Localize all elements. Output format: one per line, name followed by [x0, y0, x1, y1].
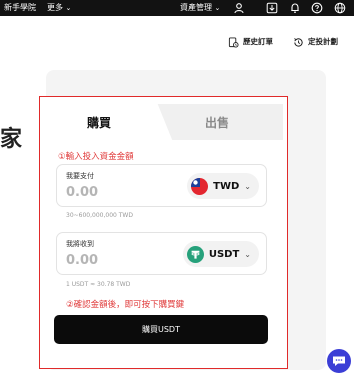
- receive-amount-field[interactable]: 我將收到 0.00 USDT ⌄: [56, 232, 267, 275]
- pay-amount-field[interactable]: 我要支付 0.00 TWD ⌄: [56, 164, 267, 207]
- chevron-down-icon: ⌄: [214, 4, 221, 12]
- receive-field-label: 我將收到: [66, 240, 94, 248]
- pay-amount-input[interactable]: 0.00: [66, 185, 98, 201]
- pay-currency-selector[interactable]: TWD ⌄: [187, 173, 259, 199]
- background-text-fragment: 家: [0, 127, 23, 152]
- download-icon[interactable]: [266, 2, 278, 14]
- nav-assets-menu[interactable]: 資產管理 ⌄: [180, 3, 220, 13]
- order-history-icon: [228, 36, 239, 48]
- nav-more-menu[interactable]: 更多 ⌄: [47, 3, 71, 13]
- top-nav-bar: 新手學院 更多 ⌄ 資產管理 ⌄: [0, 0, 354, 16]
- annotation-step-2: ②確認金額後，即可按下購買鍵: [66, 300, 185, 310]
- receive-currency-selector[interactable]: USDT ⌄: [182, 241, 259, 267]
- chevron-down-icon: ⌄: [65, 4, 72, 12]
- chat-icon: [333, 356, 345, 366]
- buy-usdt-button[interactable]: 購買USDT: [54, 315, 268, 344]
- clock-refresh-icon: [294, 37, 303, 47]
- receive-amount-input[interactable]: 0.00: [66, 253, 98, 269]
- tab-sell[interactable]: 出售: [205, 116, 229, 130]
- nav-academy-link[interactable]: 新手學院: [4, 3, 36, 13]
- taiwan-flag-icon: [191, 177, 209, 195]
- globe-icon[interactable]: [334, 2, 346, 14]
- annotation-step-1: ①輸入投入資金金額: [58, 152, 134, 162]
- chevron-down-icon: ⌄: [244, 249, 251, 259]
- pay-field-label: 我要支付: [66, 172, 94, 180]
- exchange-rate-hint: 1 USDT ≈ 30.78 TWD: [66, 281, 131, 288]
- bell-icon[interactable]: [289, 2, 301, 14]
- user-icon[interactable]: [233, 2, 245, 14]
- pay-currency-code: TWD: [213, 180, 240, 192]
- chevron-down-icon: ⌄: [244, 181, 251, 191]
- nav-assets-label: 資產管理: [180, 3, 212, 12]
- help-icon[interactable]: [311, 2, 323, 14]
- tab-buy[interactable]: 購買: [45, 104, 173, 142]
- history-orders-label: 歷史訂單: [243, 37, 273, 46]
- history-orders-link[interactable]: 歷史訂單: [228, 36, 273, 48]
- pay-range-hint: 30~600,000,000 TWD: [66, 212, 133, 219]
- chat-support-button[interactable]: [327, 349, 351, 373]
- tab-buy-label: 購買: [87, 116, 112, 130]
- dca-plan-label: 定投計劃: [308, 37, 338, 46]
- tether-icon: [186, 245, 204, 263]
- receive-currency-code: USDT: [208, 248, 240, 260]
- nav-more-label: 更多: [47, 3, 63, 12]
- dca-plan-link[interactable]: 定投計劃: [293, 36, 338, 48]
